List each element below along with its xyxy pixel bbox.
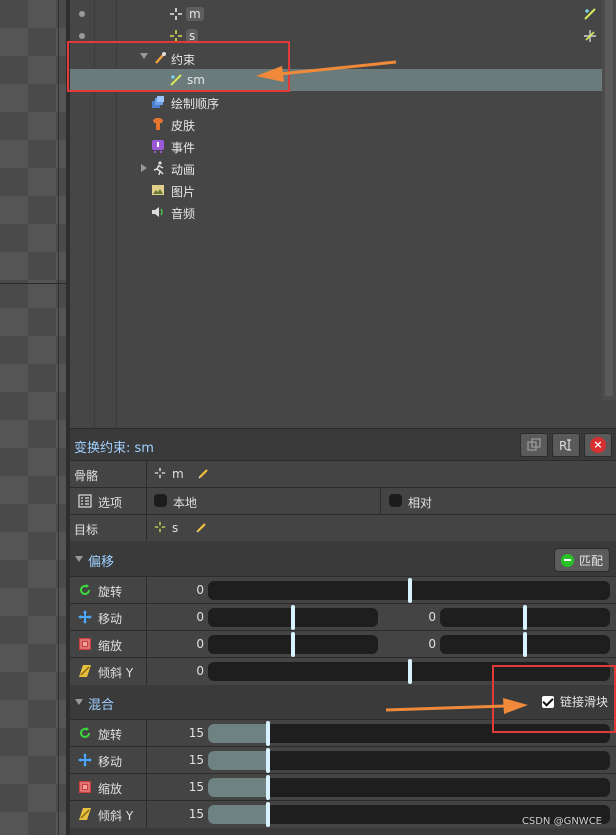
annotation-arrow xyxy=(385,704,506,712)
annotation-arrow-head xyxy=(503,698,528,714)
annotation-arrow xyxy=(279,60,397,76)
annotation-arrow-head xyxy=(256,66,284,82)
watermark: CSDN @GNWCE xyxy=(521,816,602,827)
annotation-arrows xyxy=(256,60,528,714)
